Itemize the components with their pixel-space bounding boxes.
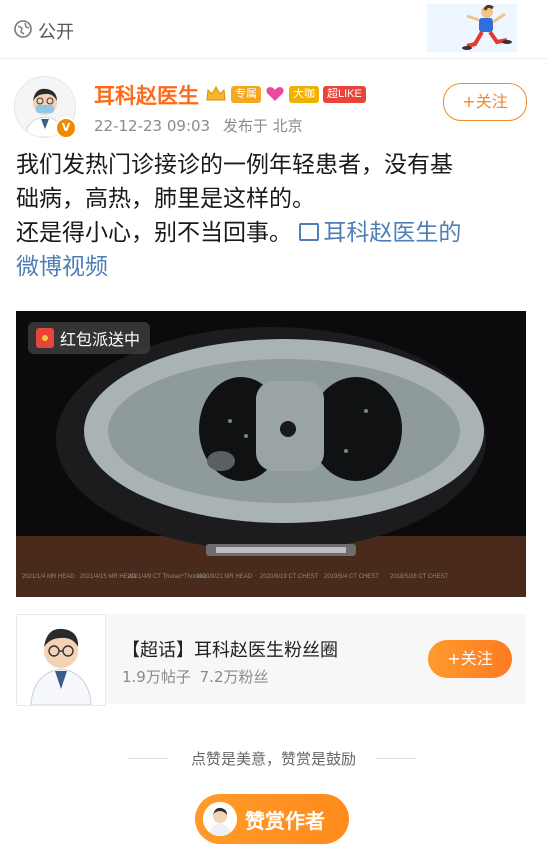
post-timestamp: 22-12-23 09:03 (94, 117, 211, 135)
heart-badge-icon (266, 87, 284, 101)
super-topic-follow-button[interactable]: +关注 (428, 640, 512, 678)
reward-label: 赞赏作者 (245, 808, 325, 833)
video-link-icon (299, 222, 320, 241)
super-topic-avatar[interactable] (16, 614, 106, 706)
scan-label: 2019/5/4 CT CHEST (324, 574, 379, 580)
reward-slogan: 点赞是美意，赞赏是鼓励 (0, 748, 547, 770)
tag-exclusive: 专属 (231, 85, 261, 103)
reward-avatar-icon (203, 802, 237, 836)
red-packet-label: 红包派送中 (60, 330, 141, 349)
post-location: 发布于 北京 (222, 117, 303, 135)
post-body: 我们发热门诊接诊的一例年轻患者，没有基 础病，高热，肺里是这样的。 还是得小心，… (16, 148, 526, 284)
super-topic-fans: 7.2万粉丝 (199, 668, 269, 686)
scan-label: 2020/9/21 MR HEAD (196, 574, 253, 580)
author-badges: 专属 大咖 超LIKE (205, 84, 366, 104)
slogan-text: 点赞是美意，赞赏是鼓励 (190, 750, 356, 768)
globe-icon (14, 20, 32, 38)
tag-superlike: 超LIKE (323, 85, 366, 103)
super-topic-stats: 1.9万帖子 7.2万粉丝 (122, 666, 269, 687)
follow-button[interactable]: +关注 (443, 83, 527, 121)
crown-icon (206, 85, 226, 101)
tag-vip: 大咖 (289, 85, 319, 103)
post-meta: 22-12-23 09:03 发布于 北京 (94, 115, 303, 136)
post-text-line: 还是得小心，别不当回事。 (16, 220, 292, 246)
verified-badge-icon: V (55, 117, 77, 139)
post-text-line: 我们发热门诊接诊的一例年轻患者，没有基 (16, 152, 453, 178)
video-link[interactable]: 耳科赵医生的 (299, 220, 461, 246)
author-name[interactable]: 耳科赵医生 (94, 80, 199, 110)
video-link-cont[interactable]: 微博视频 (16, 250, 526, 284)
reward-author-button[interactable]: 赞赏作者 (195, 794, 349, 844)
scan-label: 2018/5/28 CT CHEST (390, 574, 449, 580)
scan-label: 2020/8/19 CT CHEST (260, 574, 319, 580)
visibility-label[interactable]: 公开 (38, 18, 74, 44)
post-text-line: 础病，高热，肺里是这样的。 (16, 186, 315, 212)
super-topic-posts: 1.9万帖子 (122, 668, 191, 686)
red-packet-icon (36, 328, 54, 348)
super-topic-title[interactable]: 【超话】耳科赵医生粉丝圈 (122, 636, 338, 662)
post-text-line: 还是得小心，别不当回事。 耳科赵医生的 (16, 216, 526, 250)
runner-decoration-icon (427, 4, 517, 52)
red-packet-badge[interactable]: 红包派送中 (28, 322, 151, 354)
header-divider (0, 58, 547, 59)
scan-label: 2021/1/4 MR HEAD (22, 574, 75, 580)
top-bar: 公开 (0, 0, 547, 58)
slogan-divider (376, 758, 416, 759)
